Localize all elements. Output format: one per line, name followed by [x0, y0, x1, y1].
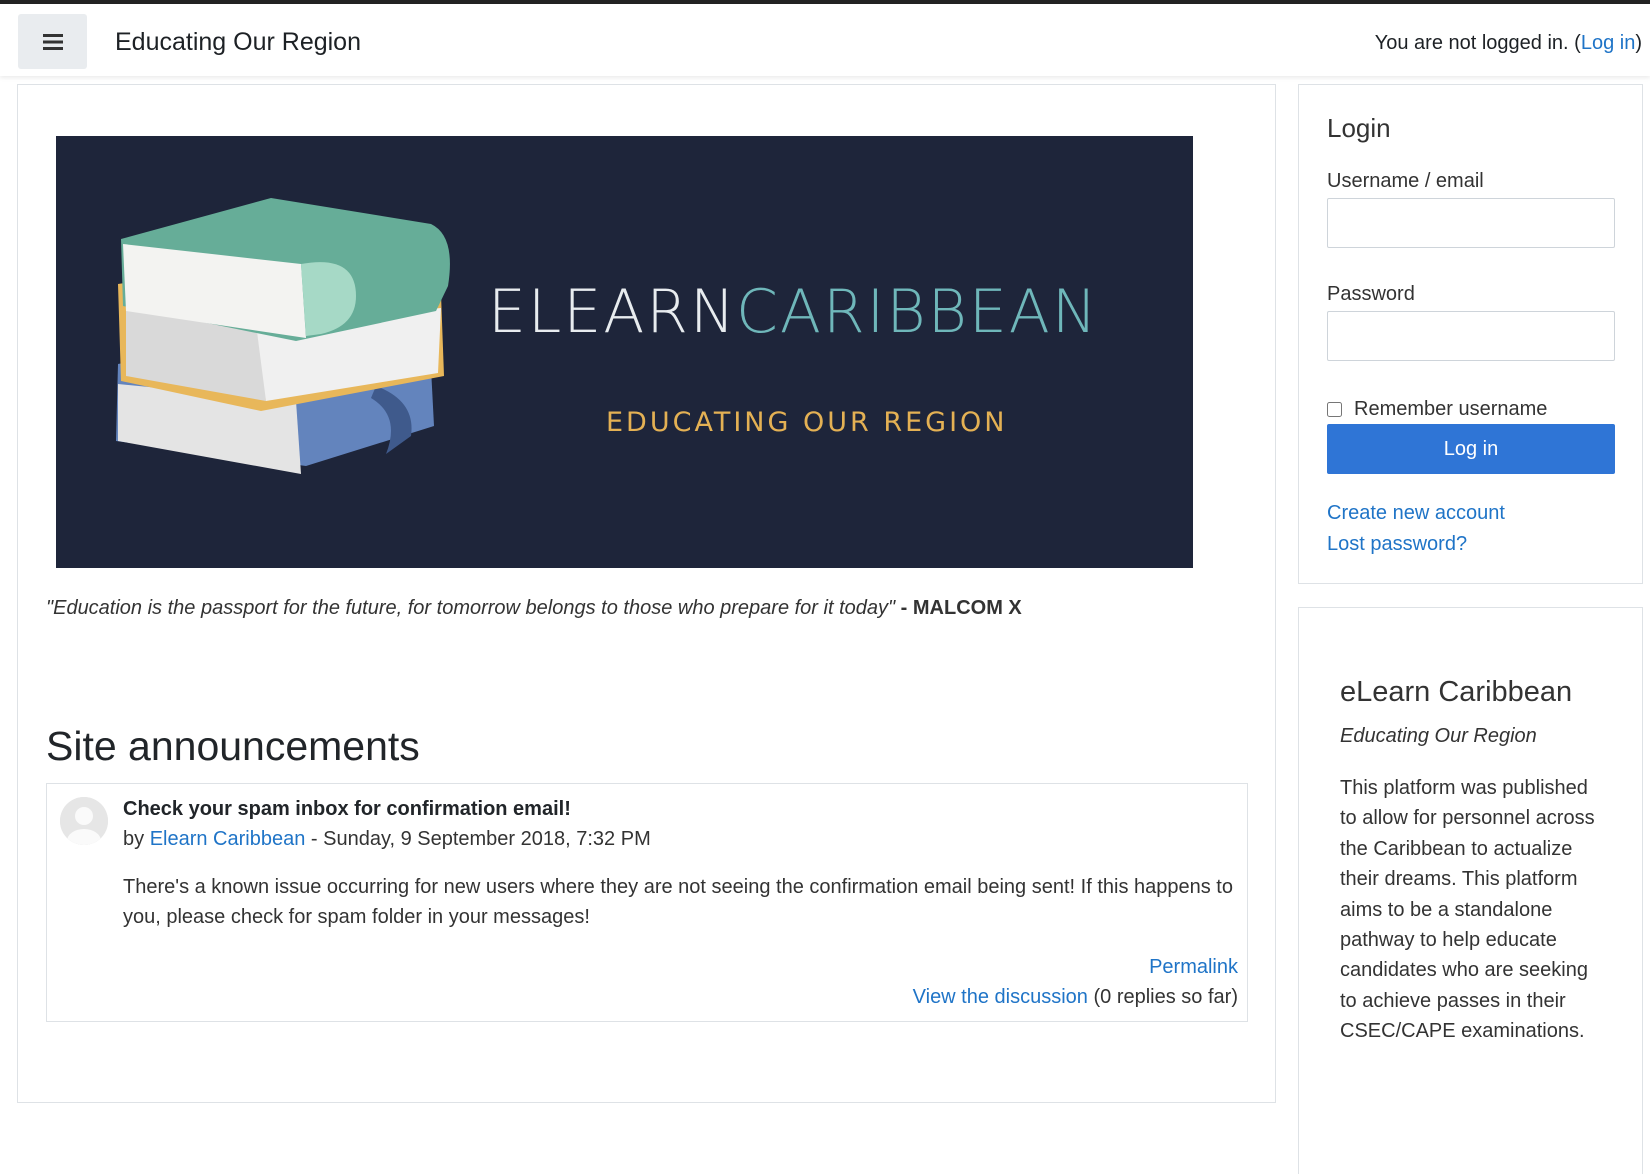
- post-body: There's a known issue occurring for new …: [123, 876, 1233, 928]
- about-text: This platform was published to allow for…: [1340, 777, 1595, 1043]
- password-input[interactable]: [1327, 311, 1615, 361]
- login-block: Login Username / email Password Remember…: [1298, 84, 1643, 584]
- quote-text: "Education is the passport for the futur…: [46, 597, 896, 619]
- banner-title-part2: CARIBBEAN: [736, 277, 1099, 347]
- remember-username-label: Remember username: [1354, 398, 1548, 420]
- hamburger-menu-icon: [42, 33, 63, 50]
- main-region: ELEARN CARIBBEAN EDUCATING OUR REGION "E…: [17, 84, 1276, 1103]
- about-block: eLearn Caribbean Educating Our Region Th…: [1298, 607, 1643, 1174]
- hamburger-menu-button[interactable]: [18, 14, 87, 69]
- site-title[interactable]: Educating Our Region: [115, 28, 361, 57]
- lost-password-link[interactable]: Lost password?: [1327, 533, 1467, 556]
- quote: "Education is the passport for the futur…: [46, 597, 1022, 620]
- username-input[interactable]: [1327, 198, 1615, 248]
- banner-tagline: EDUCATING OUR REGION: [606, 407, 1008, 438]
- remember-username[interactable]: Remember username: [1327, 398, 1547, 421]
- banner-image: ELEARN CARIBBEAN EDUCATING OUR REGION: [56, 136, 1193, 568]
- password-label: Password: [1327, 283, 1415, 305]
- create-account-link[interactable]: Create new account: [1327, 502, 1505, 525]
- permalink-link[interactable]: Permalink: [1149, 956, 1238, 978]
- post-date: - Sunday, 9 September 2018, 7:32 PM: [305, 828, 651, 850]
- top-navbar: Educating Our Region You are not logged …: [0, 4, 1650, 76]
- about-subtitle: Educating Our Region: [1340, 725, 1537, 747]
- login-button[interactable]: Log in: [1327, 424, 1615, 474]
- login-block-title: Login: [1327, 113, 1391, 143]
- view-discussion-link[interactable]: View the discussion: [913, 986, 1088, 1008]
- remember-username-checkbox[interactable]: [1327, 402, 1342, 417]
- about-title: eLearn Caribbean: [1340, 676, 1573, 708]
- post-links: Permalink View the discussion (0 replies…: [913, 952, 1238, 1012]
- byline-prefix: by: [123, 828, 150, 850]
- banner-graphic: ELEARN CARIBBEAN EDUCATING OUR REGION: [56, 136, 1193, 568]
- user-avatar-icon: [60, 797, 108, 845]
- post-byline: by Elearn Caribbean - Sunday, 9 Septembe…: [123, 828, 651, 851]
- username-label: Username / email: [1327, 170, 1484, 192]
- login-status-suffix: ): [1635, 32, 1642, 54]
- site-announcements-heading: Site announcements: [46, 723, 420, 769]
- book-stack-icon: [116, 198, 450, 474]
- login-status-prefix: You are not logged in. (: [1374, 32, 1581, 54]
- announcement-post: Check your spam inbox for confirmation e…: [46, 783, 1248, 1022]
- quote-author: - MALCOM X: [895, 597, 1022, 619]
- replies-count: (0 replies so far): [1087, 986, 1238, 1008]
- login-status: You are not logged in. (Log in): [1375, 32, 1642, 55]
- avatar[interactable]: [60, 797, 108, 845]
- post-author-link[interactable]: Elearn Caribbean: [150, 828, 306, 850]
- banner-title-part1: ELEARN: [488, 277, 737, 347]
- header-login-link[interactable]: Log in: [1581, 32, 1636, 54]
- post-subject: Check your spam inbox for confirmation e…: [123, 798, 571, 820]
